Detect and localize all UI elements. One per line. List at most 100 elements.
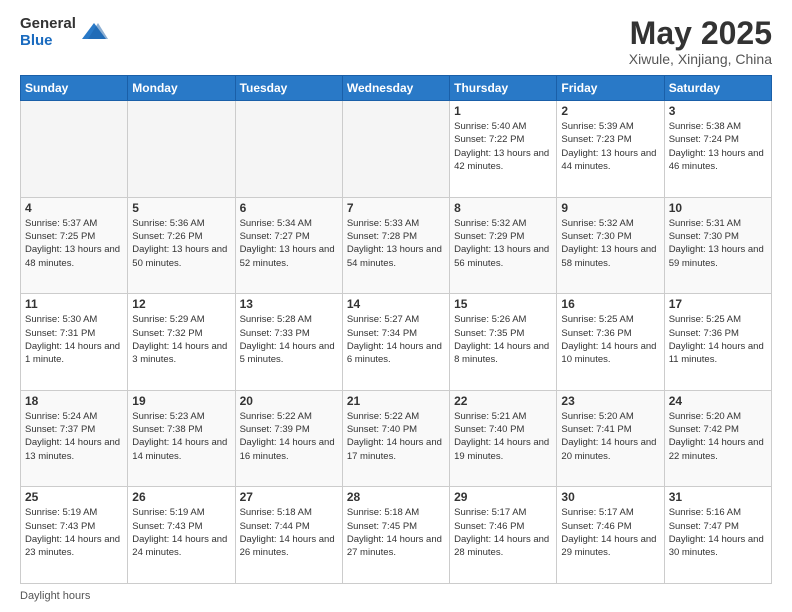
- day-info: Sunrise: 5:24 AMSunset: 7:37 PMDaylight:…: [25, 410, 123, 463]
- calendar-week-5: 25 Sunrise: 5:19 AMSunset: 7:43 PMDayligh…: [21, 487, 772, 584]
- day-number: 13: [240, 297, 338, 311]
- day-number: 1: [454, 104, 552, 118]
- day-info: Sunrise: 5:23 AMSunset: 7:38 PMDaylight:…: [132, 410, 230, 463]
- day-number: 25: [25, 490, 123, 504]
- location: Xiwule, Xinjiang, China: [629, 51, 772, 67]
- day-info: Sunrise: 5:29 AMSunset: 7:32 PMDaylight:…: [132, 313, 230, 366]
- day-number: 9: [561, 201, 659, 215]
- calendar-cell-empty: [21, 101, 128, 198]
- day-number: 14: [347, 297, 445, 311]
- day-info: Sunrise: 5:38 AMSunset: 7:24 PMDaylight:…: [669, 120, 767, 173]
- logo-blue: Blue: [20, 33, 76, 50]
- day-info: Sunrise: 5:37 AMSunset: 7:25 PMDaylight:…: [25, 217, 123, 270]
- day-number: 27: [240, 490, 338, 504]
- day-info: Sunrise: 5:17 AMSunset: 7:46 PMDaylight:…: [454, 506, 552, 559]
- calendar-cell-19: 19 Sunrise: 5:23 AMSunset: 7:38 PMDayligh…: [128, 390, 235, 487]
- day-info: Sunrise: 5:25 AMSunset: 7:36 PMDaylight:…: [669, 313, 767, 366]
- day-number: 10: [669, 201, 767, 215]
- day-number: 12: [132, 297, 230, 311]
- calendar-cell-empty: [342, 101, 449, 198]
- calendar-cell-13: 13Sunrise: 5:28 AMSunset: 7:33 PMDayligh…: [235, 294, 342, 391]
- day-number: 17: [669, 297, 767, 311]
- day-number: 21: [347, 394, 445, 408]
- day-number: 26: [132, 490, 230, 504]
- calendar-header-wednesday: Wednesday: [342, 76, 449, 101]
- day-number: 3: [669, 104, 767, 118]
- calendar-cell-25: 25 Sunrise: 5:19 AMSunset: 7:43 PMDayligh…: [21, 487, 128, 584]
- day-info: Sunrise: 5:26 AMSunset: 7:35 PMDaylight:…: [454, 313, 552, 366]
- calendar-cell-17: 17 Sunrise: 5:25 AMSunset: 7:36 PMDayligh…: [664, 294, 771, 391]
- day-number: 29: [454, 490, 552, 504]
- calendar-cell-6: 6Sunrise: 5:34 AMSunset: 7:27 PMDaylight…: [235, 197, 342, 294]
- calendar-cell-22: 22 Sunrise: 5:21 AMSunset: 7:40 PMDayligh…: [450, 390, 557, 487]
- day-info: Sunrise: 5:22 AMSunset: 7:39 PMDaylight:…: [240, 410, 338, 463]
- calendar-cell-16: 16 Sunrise: 5:25 AMSunset: 7:36 PMDayligh…: [557, 294, 664, 391]
- day-info: Sunrise: 5:36 AMSunset: 7:26 PMDaylight:…: [132, 217, 230, 270]
- day-number: 4: [25, 201, 123, 215]
- calendar-cell-empty: [128, 101, 235, 198]
- calendar-header-saturday: Saturday: [664, 76, 771, 101]
- day-info: Sunrise: 5:31 AMSunset: 7:30 PMDaylight:…: [669, 217, 767, 270]
- day-number: 16: [561, 297, 659, 311]
- footer: Daylight hours: [20, 590, 772, 602]
- day-info: Sunrise: 5:25 AMSunset: 7:36 PMDaylight:…: [561, 313, 659, 366]
- calendar-cell-29: 29 Sunrise: 5:17 AMSunset: 7:46 PMDayligh…: [450, 487, 557, 584]
- calendar-cell-12: 12 Sunrise: 5:29 AMSunset: 7:32 PMDayligh…: [128, 294, 235, 391]
- day-info: Sunrise: 5:32 AMSunset: 7:30 PMDaylight:…: [561, 217, 659, 270]
- calendar-cell-11: 11Sunrise: 5:30 AMSunset: 7:31 PMDayligh…: [21, 294, 128, 391]
- calendar-cell-15: 15 Sunrise: 5:26 AMSunset: 7:35 PMDayligh…: [450, 294, 557, 391]
- calendar-week-2: 4 Sunrise: 5:37 AMSunset: 7:25 PMDaylight…: [21, 197, 772, 294]
- page: General Blue May 2025 Xiwule, Xinjiang, …: [0, 0, 792, 612]
- day-number: 28: [347, 490, 445, 504]
- calendar-cell-5: 5Sunrise: 5:36 AMSunset: 7:26 PMDaylight…: [128, 197, 235, 294]
- calendar-cell-3: 3 Sunrise: 5:38 AMSunset: 7:24 PMDaylight…: [664, 101, 771, 198]
- day-info: Sunrise: 5:33 AMSunset: 7:28 PMDaylight:…: [347, 217, 445, 270]
- calendar-cell-10: 10 Sunrise: 5:31 AMSunset: 7:30 PMDayligh…: [664, 197, 771, 294]
- day-info: Sunrise: 5:19 AMSunset: 7:43 PMDaylight:…: [132, 506, 230, 559]
- calendar-cell-26: 26 Sunrise: 5:19 AMSunset: 7:43 PMDayligh…: [128, 487, 235, 584]
- day-info: Sunrise: 5:18 AMSunset: 7:44 PMDaylight:…: [240, 506, 338, 559]
- day-info: Sunrise: 5:22 AMSunset: 7:40 PMDaylight:…: [347, 410, 445, 463]
- day-info: Sunrise: 5:20 AMSunset: 7:41 PMDaylight:…: [561, 410, 659, 463]
- calendar-header-row: SundayMondayTuesdayWednesdayThursdayFrid…: [21, 76, 772, 101]
- title-area: May 2025 Xiwule, Xinjiang, China: [629, 16, 772, 67]
- day-number: 23: [561, 394, 659, 408]
- day-number: 31: [669, 490, 767, 504]
- calendar-cell-28: 28 Sunrise: 5:18 AMSunset: 7:45 PMDayligh…: [342, 487, 449, 584]
- logo-icon: [80, 19, 108, 47]
- footer-text: Daylight hours: [20, 590, 90, 602]
- day-info: Sunrise: 5:20 AMSunset: 7:42 PMDaylight:…: [669, 410, 767, 463]
- day-number: 11: [25, 297, 123, 311]
- calendar-cell-18: 18Sunrise: 5:24 AMSunset: 7:37 PMDayligh…: [21, 390, 128, 487]
- calendar-week-3: 11Sunrise: 5:30 AMSunset: 7:31 PMDayligh…: [21, 294, 772, 391]
- day-info: Sunrise: 5:18 AMSunset: 7:45 PMDaylight:…: [347, 506, 445, 559]
- calendar-cell-23: 23 Sunrise: 5:20 AMSunset: 7:41 PMDayligh…: [557, 390, 664, 487]
- calendar-cell-4: 4 Sunrise: 5:37 AMSunset: 7:25 PMDaylight…: [21, 197, 128, 294]
- day-info: Sunrise: 5:19 AMSunset: 7:43 PMDaylight:…: [25, 506, 123, 559]
- calendar-header-tuesday: Tuesday: [235, 76, 342, 101]
- header: General Blue May 2025 Xiwule, Xinjiang, …: [20, 16, 772, 67]
- month-title: May 2025: [629, 16, 772, 51]
- calendar-cell-27: 27 Sunrise: 5:18 AMSunset: 7:44 PMDayligh…: [235, 487, 342, 584]
- day-info: Sunrise: 5:32 AMSunset: 7:29 PMDaylight:…: [454, 217, 552, 270]
- calendar-week-4: 18Sunrise: 5:24 AMSunset: 7:37 PMDayligh…: [21, 390, 772, 487]
- calendar-header-monday: Monday: [128, 76, 235, 101]
- logo-general: General: [20, 16, 76, 33]
- calendar-cell-2: 2Sunrise: 5:39 AMSunset: 7:23 PMDaylight…: [557, 101, 664, 198]
- day-info: Sunrise: 5:16 AMSunset: 7:47 PMDaylight:…: [669, 506, 767, 559]
- calendar-cell-8: 8Sunrise: 5:32 AMSunset: 7:29 PMDaylight…: [450, 197, 557, 294]
- calendar-cell-9: 9 Sunrise: 5:32 AMSunset: 7:30 PMDaylight…: [557, 197, 664, 294]
- day-number: 30: [561, 490, 659, 504]
- calendar-cell-empty: [235, 101, 342, 198]
- day-info: Sunrise: 5:17 AMSunset: 7:46 PMDaylight:…: [561, 506, 659, 559]
- calendar-week-1: 1Sunrise: 5:40 AMSunset: 7:22 PMDaylight…: [21, 101, 772, 198]
- day-info: Sunrise: 5:21 AMSunset: 7:40 PMDaylight:…: [454, 410, 552, 463]
- day-number: 6: [240, 201, 338, 215]
- day-number: 19: [132, 394, 230, 408]
- calendar-cell-30: 30 Sunrise: 5:17 AMSunset: 7:46 PMDayligh…: [557, 487, 664, 584]
- day-number: 22: [454, 394, 552, 408]
- calendar-header-sunday: Sunday: [21, 76, 128, 101]
- calendar-cell-14: 14Sunrise: 5:27 AMSunset: 7:34 PMDayligh…: [342, 294, 449, 391]
- logo: General Blue: [20, 16, 108, 49]
- day-number: 15: [454, 297, 552, 311]
